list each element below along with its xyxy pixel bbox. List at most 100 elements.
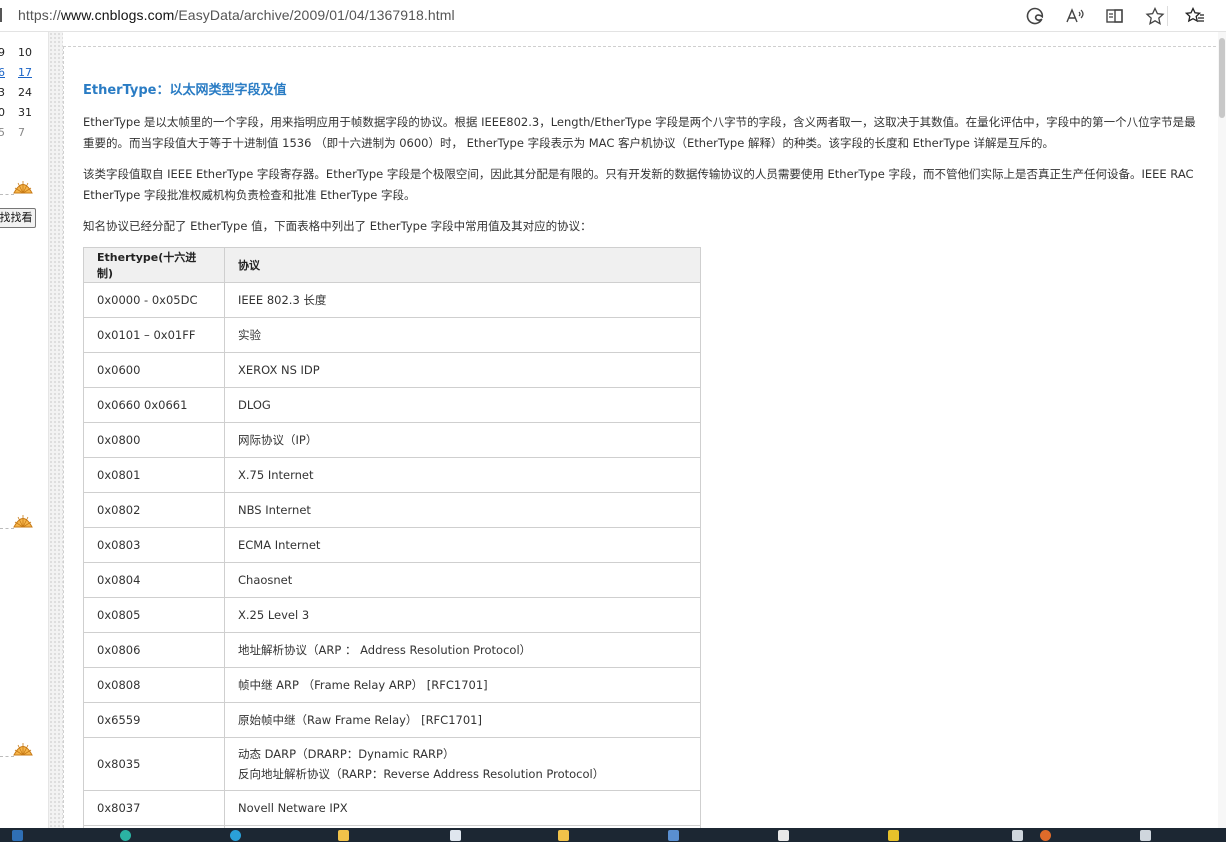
ethertype-code: 0x0101 – 0x01FF bbox=[83, 317, 225, 353]
article: EtherType：以太网类型字段及值 EtherType 是以太帧里的一个字段… bbox=[83, 79, 1203, 828]
protocol-name: DLOG bbox=[224, 387, 701, 423]
calendar-day-link[interactable]: 17 bbox=[18, 66, 32, 79]
tray-icon[interactable] bbox=[1012, 828, 1027, 842]
protocol-name: X.75 Internet bbox=[224, 457, 701, 493]
tray-icon[interactable] bbox=[1040, 828, 1055, 842]
url-text[interactable]: https://www.cnblogs.com/EasyData/archive… bbox=[18, 7, 455, 23]
calendar-day: 7 bbox=[18, 126, 25, 139]
protocol-name: IEEE 802.3 长度 bbox=[224, 282, 701, 318]
divider bbox=[0, 528, 14, 529]
folder-icon bbox=[338, 829, 349, 841]
vertical-scrollbar[interactable] bbox=[1218, 32, 1226, 828]
calendar-row: 9 10 bbox=[0, 46, 48, 66]
taskbar-item[interactable] bbox=[888, 828, 903, 842]
app-icon bbox=[888, 829, 899, 841]
divider bbox=[0, 756, 14, 757]
taskbar-item[interactable] bbox=[558, 828, 573, 842]
app-icon bbox=[12, 829, 23, 841]
ethertype-code: 0x0600 bbox=[83, 352, 225, 388]
taskbar-item[interactable] bbox=[338, 828, 353, 842]
ethertype-code: 0x0805 bbox=[83, 597, 225, 633]
edge-icon[interactable] bbox=[1022, 4, 1048, 28]
protocol-name: Chaosnet bbox=[224, 562, 701, 598]
calendar-row: 5 7 bbox=[0, 126, 48, 146]
protocol-name: Novell Netware IPX bbox=[224, 790, 701, 826]
table-row: 0x8037 Novell Netware IPX bbox=[83, 790, 701, 826]
ethertype-code: 0x0660 0x0661 bbox=[83, 387, 225, 423]
document-icon bbox=[450, 829, 461, 841]
post-body: EtherType：以太网类型字段及值 EtherType 是以太帧里的一个字段… bbox=[63, 46, 1226, 828]
table-row: 0x6559 原始帧中继（Raw Frame Relay） [RFC1701] bbox=[83, 702, 701, 738]
search-button[interactable]: 找找看 bbox=[0, 208, 36, 228]
document-icon bbox=[778, 829, 789, 841]
notification-icon bbox=[1140, 829, 1151, 841]
ethertype-code: 0x0808 bbox=[83, 667, 225, 703]
taskbar-item[interactable] bbox=[668, 828, 683, 842]
table-row: 0x0805 X.25 Level 3 bbox=[83, 597, 701, 633]
table-row: 0x0802 NBS Internet bbox=[83, 492, 701, 528]
table-row: 0x0804 Chaosnet bbox=[83, 562, 701, 598]
taskbar-item[interactable] bbox=[778, 828, 793, 842]
immersive-reader-icon[interactable] bbox=[1102, 4, 1128, 28]
ethertype-code: 0x0000 - 0x05DC bbox=[83, 282, 225, 318]
tray-app-icon bbox=[1040, 829, 1051, 841]
table-row: 0x0000 - 0x05DC IEEE 802.3 长度 bbox=[83, 282, 701, 318]
protocol-name: NBS Internet bbox=[224, 492, 701, 528]
address-bar[interactable]: https://www.cnblogs.com/EasyData/archive… bbox=[0, 0, 1226, 32]
app-icon bbox=[120, 829, 131, 841]
calendar-day: 0 bbox=[0, 106, 5, 119]
protocol-line: 动态 DARP（DRARP：Dynamic RARP） bbox=[238, 747, 455, 761]
shell-icon bbox=[13, 181, 33, 194]
table-row: 0x0803 ECMA Internet bbox=[83, 527, 701, 563]
favorites-list-icon[interactable] bbox=[1182, 4, 1208, 28]
read-aloud-icon[interactable] bbox=[1062, 4, 1088, 28]
divider bbox=[0, 194, 14, 195]
table-row: 0x0801 X.75 Internet bbox=[83, 457, 701, 493]
toolbar-icons bbox=[1022, 4, 1208, 28]
paragraph: 知名协议已经分配了 EtherType 值，下面表格中列出了 EtherType… bbox=[83, 219, 592, 233]
table-row: 0x8035 动态 DARP（DRARP：Dynamic RARP） 反向地址解… bbox=[83, 737, 701, 791]
taskbar-item[interactable] bbox=[230, 828, 245, 842]
taskbar bbox=[0, 828, 1226, 842]
ethertype-code: 0x0804 bbox=[83, 562, 225, 598]
shell-icon bbox=[13, 515, 33, 528]
ethertype-code: 0x0806 bbox=[83, 632, 225, 668]
taskbar-item[interactable] bbox=[450, 828, 465, 842]
ethertype-code: 0x0801 bbox=[83, 457, 225, 493]
browser-icon bbox=[230, 829, 241, 841]
scrollbar-thumb[interactable] bbox=[1219, 38, 1225, 118]
paragraph: 该类字段值取自 IEEE EtherType 字段寄存器。EtherType 字… bbox=[83, 167, 1194, 202]
page-gutter bbox=[49, 32, 63, 828]
url-prefix: https:// bbox=[18, 7, 61, 23]
favorite-star-icon[interactable] bbox=[1142, 4, 1168, 28]
protocol-name: 网际协议（IP） bbox=[224, 422, 701, 458]
ethertype-code: 0x0802 bbox=[83, 492, 225, 528]
calendar-day-link[interactable]: 6 bbox=[0, 66, 5, 79]
calendar-day: 3 bbox=[0, 86, 5, 99]
table-row: 0x0806 地址解析协议（ARP ： Address Resolution Pr… bbox=[83, 632, 701, 668]
column-header-ethertype: Ethertype(十六进制) bbox=[83, 247, 225, 283]
table-row: 0x0600 XEROX NS IDP bbox=[83, 352, 701, 388]
volume-icon bbox=[1012, 829, 1023, 841]
post-title[interactable]: EtherType：以太网类型字段及值 bbox=[83, 79, 1203, 98]
calendar-day: 10 bbox=[18, 46, 32, 59]
table-row: 0x0660 0x0661 DLOG bbox=[83, 387, 701, 423]
protocol-line: 反向地址解析协议（RARP：Reverse Address Resolution… bbox=[238, 767, 605, 781]
column-header-protocol: 协议 bbox=[224, 247, 701, 283]
ethertype-table: Ethertype(十六进制) 协议 0x0000 - 0x05DC IEEE 8… bbox=[83, 247, 701, 828]
calendar-day: 5 bbox=[0, 126, 5, 139]
ethertype-code: 0x8037 bbox=[83, 790, 225, 826]
calendar-day: 31 bbox=[18, 106, 32, 119]
calendar-row: 6 17 bbox=[0, 66, 48, 86]
taskbar-item[interactable] bbox=[120, 828, 135, 842]
tray-icon[interactable] bbox=[1140, 828, 1155, 842]
address-bar-edge bbox=[0, 8, 2, 22]
table-row: 0x0101 – 0x01FF 实验 bbox=[83, 317, 701, 353]
calendar-row: 3 24 bbox=[0, 86, 48, 106]
table-header-row: Ethertype(十六进制) 协议 bbox=[83, 247, 701, 283]
taskbar-item[interactable] bbox=[12, 828, 27, 842]
url-path: /EasyData/archive/2009/01/04/1367918.htm… bbox=[174, 7, 455, 23]
shell-icon bbox=[13, 743, 33, 756]
paragraph: EtherType 是以太帧里的一个字段，用来指明应用于帧数据字段的协议。根据 … bbox=[83, 115, 1196, 150]
ethertype-code: 0x0803 bbox=[83, 527, 225, 563]
